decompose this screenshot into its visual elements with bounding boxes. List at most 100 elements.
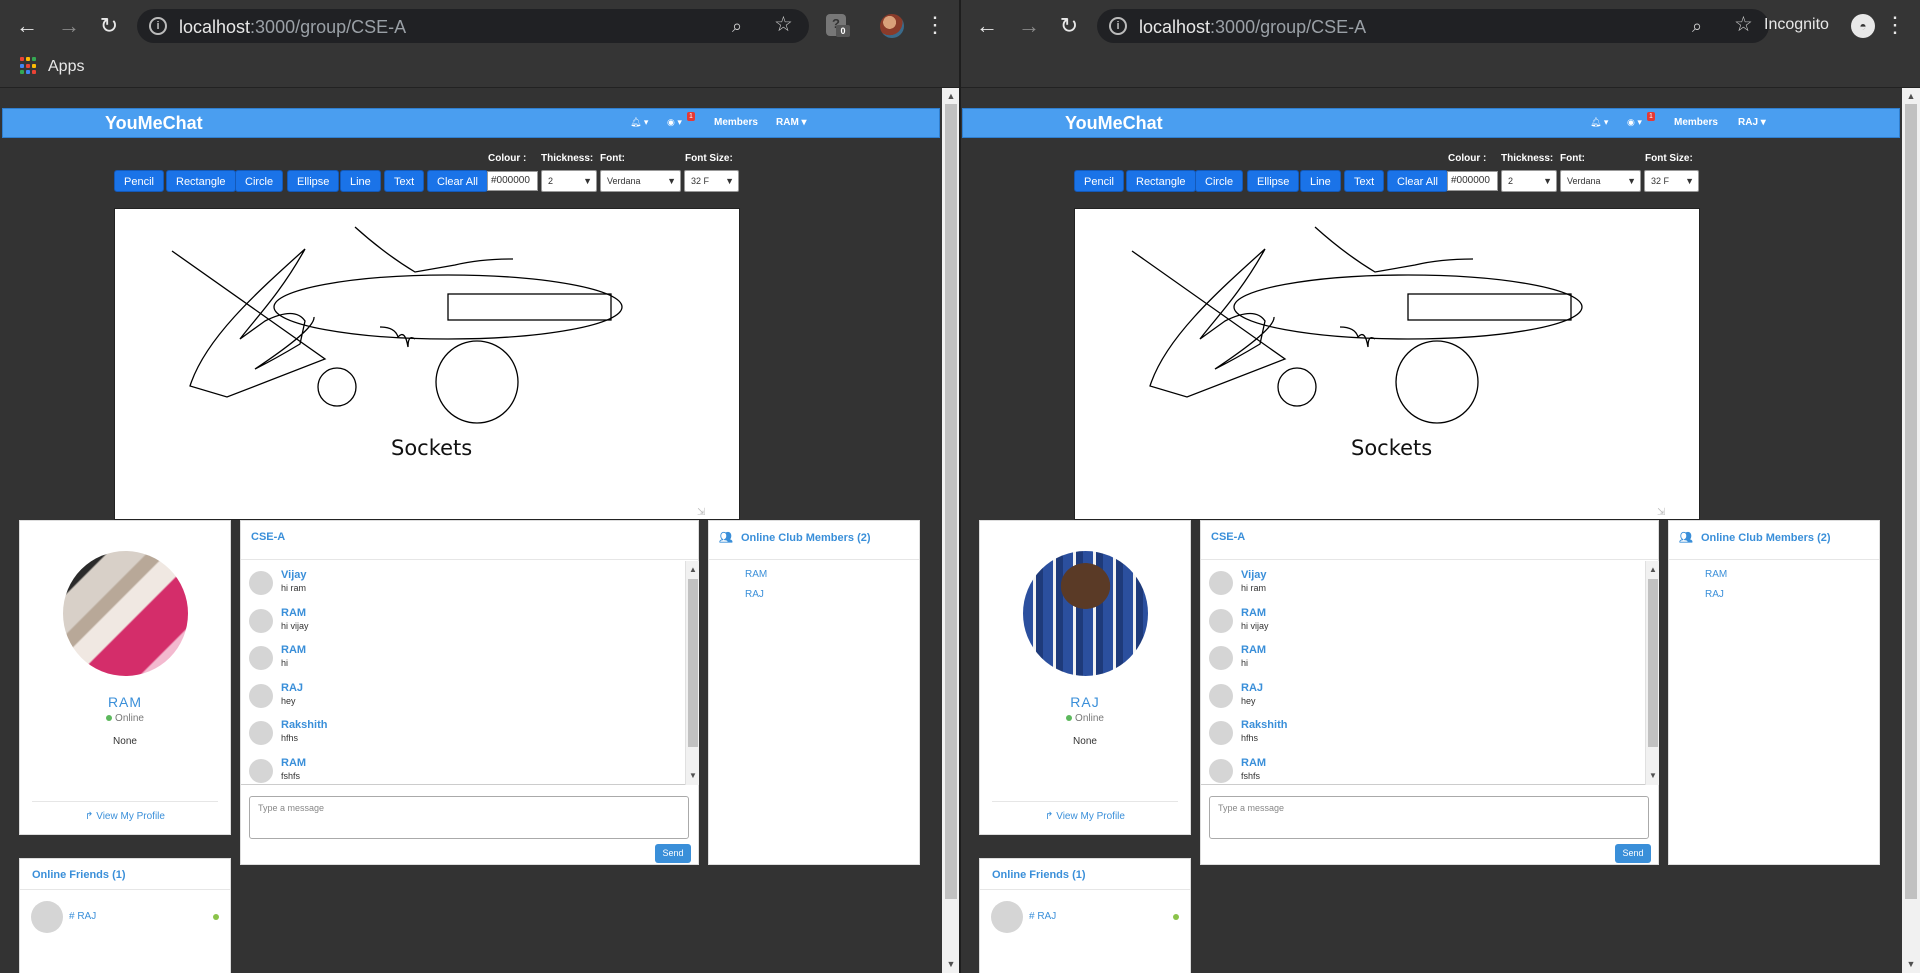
page-scrollbar[interactable]: ▲ ▼: [1902, 88, 1920, 973]
message-sender[interactable]: Vijay: [1241, 569, 1267, 581]
message-sender[interactable]: Vijay: [281, 569, 307, 581]
text-button[interactable]: Text: [384, 170, 425, 192]
site-info-icon[interactable]: i: [1109, 17, 1127, 35]
font-select[interactable]: Verdana ▼: [600, 170, 681, 192]
back-icon[interactable]: ←: [974, 13, 1000, 39]
scroll-up-icon[interactable]: ▲: [1906, 91, 1916, 101]
browser-menu-icon[interactable]: ⋮: [924, 12, 946, 38]
circle-button[interactable]: Circle: [1195, 170, 1244, 192]
ellipse-button[interactable]: Ellipse: [1247, 170, 1300, 192]
circle-button[interactable]: Circle: [235, 170, 284, 192]
message-list[interactable]: Vijay hi ram RAM hi vijay RAM hi RAJ hey Rakshit…: [1201, 561, 1646, 785]
message-sender[interactable]: RAM: [1241, 607, 1266, 619]
address-bar[interactable]: i localhost:3000/group/CSE-A ⌕ ☆: [137, 9, 809, 43]
members-link[interactable]: Members: [1674, 117, 1718, 128]
friend-requests-icon[interactable]: ◉ ▾: [1627, 116, 1649, 129]
user-menu[interactable]: RAM ▾: [776, 117, 807, 128]
font-select[interactable]: Verdana ▼: [1560, 170, 1641, 192]
apps-grid-icon[interactable]: [20, 57, 38, 75]
line-button[interactable]: Line: [340, 170, 381, 192]
clear-all-button[interactable]: Clear All: [427, 170, 488, 192]
ellipse-button[interactable]: Ellipse: [287, 170, 340, 192]
bookmark-star-icon[interactable]: ☆: [1734, 14, 1756, 36]
scroll-down-icon[interactable]: ▼: [688, 771, 698, 781]
incognito-icon[interactable]: ◓: [1851, 14, 1875, 38]
back-icon[interactable]: ←: [14, 13, 40, 39]
resize-handle-icon[interactable]: ⇲: [1657, 508, 1671, 518]
address-bar[interactable]: i localhost:3000/group/CSE-A ⌕ ☆: [1097, 9, 1769, 43]
scroll-down-icon[interactable]: ▼: [1648, 771, 1658, 781]
zoom-icon[interactable]: ⌕: [732, 16, 752, 36]
message-input[interactable]: Type a message: [249, 796, 689, 839]
send-button[interactable]: Send: [655, 844, 691, 863]
forward-icon[interactable]: →: [1016, 13, 1042, 39]
user-menu[interactable]: RAJ ▾: [1738, 117, 1766, 128]
reload-icon[interactable]: ↻: [1056, 13, 1082, 39]
message-sender[interactable]: Rakshith: [1241, 719, 1287, 731]
message-list[interactable]: Vijay hi ram RAM hi vijay RAM hi RAJ hey Rakshit…: [241, 561, 686, 785]
view-profile-link[interactable]: ↱ View My Profile: [980, 811, 1190, 822]
message-sender[interactable]: RAM: [1241, 757, 1266, 769]
app-brand[interactable]: YouMeChat: [1065, 113, 1163, 134]
message-sender[interactable]: RAJ: [281, 682, 303, 694]
drawing-canvas[interactable]: Sockets: [114, 208, 740, 520]
message-sender[interactable]: Rakshith: [281, 719, 327, 731]
message-input[interactable]: Type a message: [1209, 796, 1649, 839]
rectangle-button[interactable]: Rectangle: [166, 170, 236, 192]
member-item[interactable]: RAM: [745, 569, 767, 580]
message-list-scrollbar[interactable]: ▲ ▼: [1645, 561, 1659, 785]
message-list-scrollbar-thumb[interactable]: [688, 579, 698, 747]
notification-bell-icon[interactable]: 🔔︎ ▾: [630, 116, 652, 129]
clear-all-button[interactable]: Clear All: [1387, 170, 1448, 192]
message-sender[interactable]: RAJ: [1241, 682, 1263, 694]
view-profile-link[interactable]: ↱ View My Profile: [20, 811, 230, 822]
drawing-canvas[interactable]: Sockets: [1074, 208, 1700, 520]
font-size-select[interactable]: 32 F ▼: [1644, 170, 1699, 192]
friend-item[interactable]: # RAJ: [69, 911, 96, 922]
page-scrollbar-thumb[interactable]: [1905, 104, 1917, 899]
scroll-down-icon[interactable]: ▼: [946, 959, 956, 969]
forward-icon[interactable]: →: [56, 13, 82, 39]
pencil-button[interactable]: Pencil: [1074, 170, 1124, 192]
scroll-up-icon[interactable]: ▲: [688, 565, 698, 575]
member-item[interactable]: RAM: [1705, 569, 1727, 580]
message-sender[interactable]: RAM: [281, 644, 306, 656]
reload-icon[interactable]: ↻: [96, 13, 122, 39]
colour-input[interactable]: #000000: [487, 171, 538, 191]
bookmark-star-icon[interactable]: ☆: [774, 14, 796, 36]
thickness-select[interactable]: 2 ▼: [1501, 170, 1557, 192]
send-button[interactable]: Send: [1615, 844, 1651, 863]
rectangle-button[interactable]: Rectangle: [1126, 170, 1196, 192]
profile-avatar-icon[interactable]: [880, 14, 904, 38]
message-sender[interactable]: RAM: [281, 757, 306, 769]
site-info-icon[interactable]: i: [149, 17, 167, 35]
extension-icon[interactable]: ? 0: [826, 14, 850, 37]
notification-bell-icon[interactable]: 🔔︎ ▾: [1590, 116, 1612, 129]
text-button[interactable]: Text: [1344, 170, 1385, 192]
page-scrollbar-thumb[interactable]: [945, 104, 957, 899]
colour-input[interactable]: #000000: [1447, 171, 1498, 191]
thickness-select[interactable]: 2 ▼: [541, 170, 597, 192]
apps-bookmark[interactable]: Apps: [48, 58, 84, 76]
app-brand[interactable]: YouMeChat: [105, 113, 203, 134]
message-sender[interactable]: RAM: [281, 607, 306, 619]
member-item[interactable]: RAJ: [745, 589, 764, 600]
scroll-up-icon[interactable]: ▲: [1648, 565, 1658, 575]
friend-requests-icon[interactable]: ◉ ▾: [667, 116, 689, 129]
scroll-down-icon[interactable]: ▼: [1906, 959, 1916, 969]
page-scrollbar[interactable]: ▲ ▼: [942, 88, 960, 973]
member-item[interactable]: RAJ: [1705, 589, 1724, 600]
message-list-scrollbar[interactable]: ▲ ▼: [685, 561, 699, 785]
message-avatar: [1209, 721, 1233, 745]
line-button[interactable]: Line: [1300, 170, 1341, 192]
friend-item[interactable]: # RAJ: [1029, 911, 1056, 922]
resize-handle-icon[interactable]: ⇲: [697, 508, 711, 518]
scroll-up-icon[interactable]: ▲: [946, 91, 956, 101]
pencil-button[interactable]: Pencil: [114, 170, 164, 192]
zoom-icon[interactable]: ⌕: [1692, 16, 1712, 36]
message-sender[interactable]: RAM: [1241, 644, 1266, 656]
browser-menu-icon[interactable]: ⋮: [1884, 12, 1906, 38]
message-list-scrollbar-thumb[interactable]: [1648, 579, 1658, 747]
members-link[interactable]: Members: [714, 117, 758, 128]
font-size-select[interactable]: 32 F ▼: [684, 170, 739, 192]
